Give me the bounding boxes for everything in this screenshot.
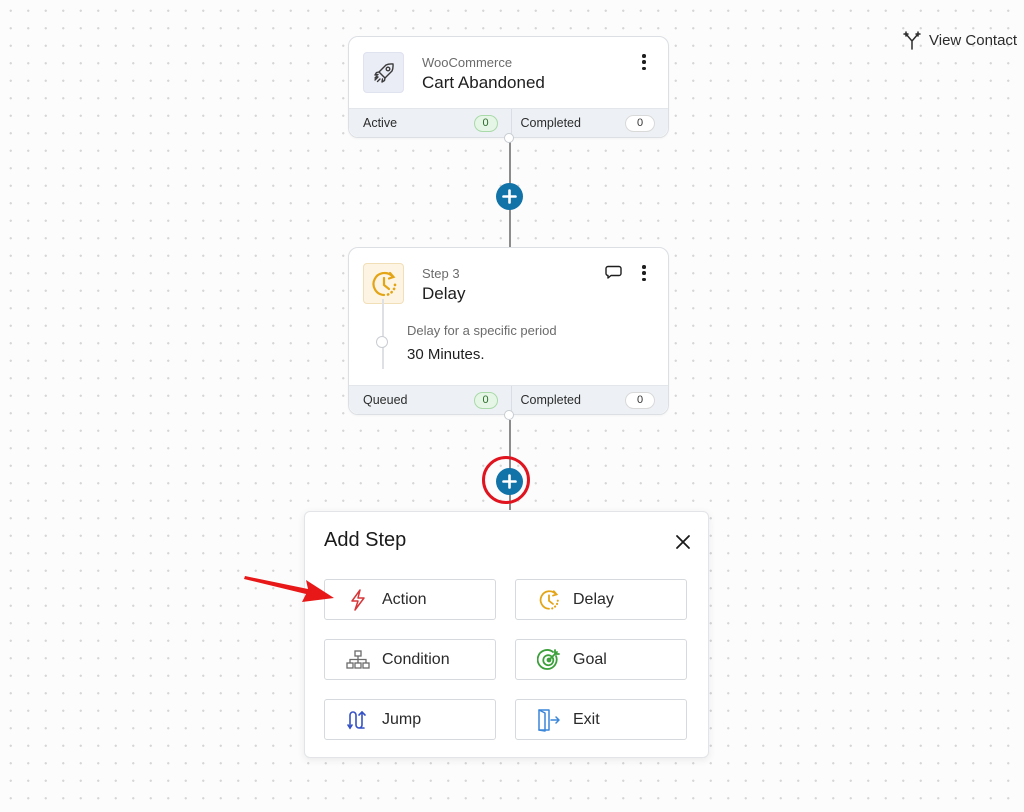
comment-icon[interactable] xyxy=(605,265,622,280)
stat-count: 0 xyxy=(625,114,655,132)
option-label: Goal xyxy=(573,650,607,668)
add-goal-button[interactable]: Goal xyxy=(515,639,687,680)
sitemap-icon xyxy=(346,648,370,672)
stat-count: 0 xyxy=(473,391,498,409)
clock-icon xyxy=(537,588,561,612)
jump-icon xyxy=(346,708,370,732)
connector-line xyxy=(509,420,511,510)
clock-icon xyxy=(363,263,404,304)
trigger-title: Cart Abandoned xyxy=(422,73,545,92)
stat-label: Queued xyxy=(363,393,408,407)
add-step-modal: Add Step Action Delay Condition Goal Jum… xyxy=(304,511,709,758)
stat-completed: Completed 0 xyxy=(510,109,669,137)
stat-queued: Queued 0 xyxy=(349,386,511,414)
option-label: Exit xyxy=(573,710,600,728)
modal-title: Add Step xyxy=(324,529,407,551)
stat-count: 0 xyxy=(625,391,655,409)
close-icon[interactable] xyxy=(675,534,691,550)
more-options-icon[interactable] xyxy=(637,264,651,282)
stat-label: Completed xyxy=(520,393,581,407)
exit-door-icon xyxy=(537,708,561,732)
stat-label: Active xyxy=(363,116,398,130)
target-icon xyxy=(537,648,561,672)
trigger-card[interactable]: WooCommerce Cart Abandoned Active 0 Comp… xyxy=(348,36,669,143)
step-number: Step 3 xyxy=(422,266,460,281)
plus-icon xyxy=(502,189,517,204)
rocket-icon xyxy=(363,52,404,93)
delay-detail-label: Delay for a specific period xyxy=(407,323,557,338)
timeline-line xyxy=(382,299,384,369)
output-port[interactable] xyxy=(503,133,514,143)
delay-step-card[interactable]: Step 3 Delay Delay for a specific period… xyxy=(348,247,669,420)
option-label: Jump xyxy=(382,710,422,728)
view-contact-button[interactable]: View Contact xyxy=(903,30,1017,50)
add-jump-button[interactable]: Jump xyxy=(324,699,496,740)
more-options-icon[interactable] xyxy=(637,53,651,71)
add-step-button-active[interactable] xyxy=(496,468,523,495)
add-exit-button[interactable]: Exit xyxy=(515,699,687,740)
trigger-subtitle: WooCommerce xyxy=(422,55,513,70)
add-step-button[interactable] xyxy=(496,183,523,210)
stat-label: Completed xyxy=(520,116,581,130)
timeline-dot xyxy=(376,336,388,348)
delay-detail-value: 30 Minutes. xyxy=(407,346,485,363)
option-label: Delay xyxy=(573,590,614,608)
stat-completed: Completed 0 xyxy=(510,386,669,414)
plus-icon xyxy=(502,474,517,489)
add-condition-button[interactable]: Condition xyxy=(324,639,496,680)
stat-count: 0 xyxy=(473,114,498,132)
output-port[interactable] xyxy=(503,410,514,420)
option-label: Action xyxy=(382,590,427,608)
branch-icon xyxy=(903,31,921,50)
add-delay-button[interactable]: Delay xyxy=(515,579,687,620)
option-label: Condition xyxy=(382,650,450,668)
add-action-button[interactable]: Action xyxy=(324,579,496,620)
view-contact-label: View Contact xyxy=(929,31,1018,49)
stat-active: Active 0 xyxy=(349,109,511,137)
lightning-icon xyxy=(346,588,370,612)
step-title: Delay xyxy=(422,284,466,303)
